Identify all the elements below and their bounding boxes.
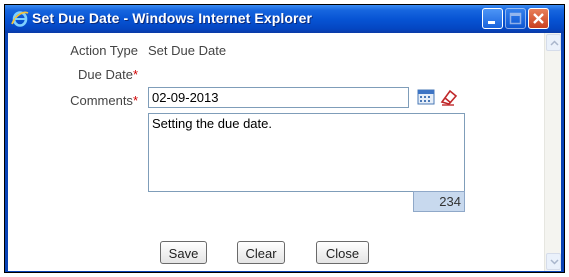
- scroll-down-button[interactable]: [546, 253, 561, 270]
- required-marker: *: [132, 67, 138, 82]
- dialog-content: Action Type Set Due Date Due Date* Comme…: [8, 33, 561, 271]
- window-title: Set Due Date - Windows Internet Explorer: [32, 10, 313, 26]
- close-window-button[interactable]: [528, 8, 549, 29]
- required-marker: *: [132, 93, 138, 108]
- maximize-icon: [509, 12, 522, 25]
- clear-button[interactable]: Clear: [237, 241, 285, 264]
- due-date-input[interactable]: [148, 87, 409, 108]
- action-type-value: Set Due Date: [148, 43, 227, 58]
- due-date-label: Due Date*: [78, 67, 138, 82]
- title-bar[interactable]: Set Due Date - Windows Internet Explorer: [5, 5, 564, 33]
- internet-explorer-icon: [11, 11, 29, 27]
- vertical-scrollbar[interactable]: [544, 33, 561, 271]
- chevron-down-icon: [550, 259, 559, 265]
- eraser-icon[interactable]: [439, 87, 459, 107]
- close-button[interactable]: Close: [316, 241, 369, 264]
- char-counter: 234: [413, 191, 465, 212]
- chevron-up-icon: [550, 40, 559, 46]
- comments-label: Comments*: [70, 93, 138, 108]
- minimize-icon: [488, 21, 495, 24]
- scroll-up-button[interactable]: [546, 34, 561, 51]
- browser-window: Set Due Date - Windows Internet Explorer…: [4, 4, 565, 273]
- calendar-icon[interactable]: [416, 87, 436, 107]
- save-button[interactable]: Save: [160, 241, 207, 264]
- close-icon: [533, 13, 544, 24]
- comments-textarea[interactable]: Setting the due date.: [148, 113, 465, 192]
- maximize-button[interactable]: [505, 8, 526, 29]
- action-type-label: Action Type: [70, 43, 138, 58]
- minimize-button[interactable]: [482, 8, 503, 29]
